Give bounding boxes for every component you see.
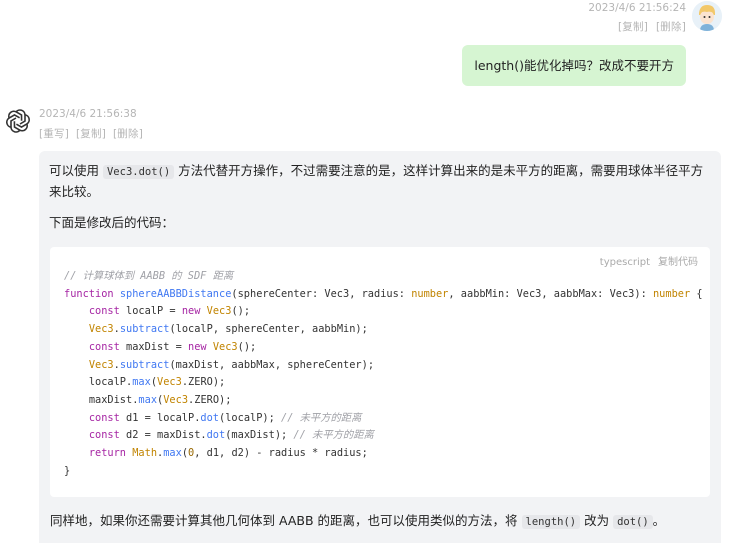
user-message-bubble: length()能优化掉吗？改成不要开方 xyxy=(462,45,686,86)
code-token: const xyxy=(88,305,120,318)
bot-message-bubble: 可以使用 Vec3.dot() 方法代替开方操作，不过需要注意的是，这样计算出来… xyxy=(39,151,721,543)
code-token: dot xyxy=(200,411,220,424)
code-token: Vec3 xyxy=(163,393,189,406)
code-token: , d1, d2) - radius * radius; xyxy=(194,447,368,460)
inline-code-dot-2: dot() xyxy=(613,515,653,529)
code-token: } xyxy=(64,464,71,477)
code-token: max xyxy=(138,393,158,406)
copy-code-button[interactable]: 复制代码 xyxy=(658,257,698,268)
code-token: localP = xyxy=(119,305,182,318)
code-token: (maxDist); xyxy=(225,429,294,442)
user-copy-button[interactable]: [复制] xyxy=(618,21,648,33)
code-token: max xyxy=(132,376,151,389)
code-token: number xyxy=(411,287,449,300)
code-comment: // 计算球体到 AABB 的 SDF 距离 xyxy=(64,270,234,282)
code-token: localP. xyxy=(88,376,133,389)
code-token: number xyxy=(652,287,691,300)
code-token: max xyxy=(163,447,182,460)
para3-text-a: 同样地，如果你还需要计算其他几何体到 AABB 的距离，也可以使用类似的方法，将 xyxy=(50,513,522,528)
code-token: (); xyxy=(231,305,251,318)
code-token: const xyxy=(88,411,120,424)
code-token: Vec3 xyxy=(206,305,232,318)
code-token: d2 = maxDist. xyxy=(119,429,207,442)
code-token: subtract xyxy=(119,358,170,371)
code-token: Vec3 xyxy=(88,323,114,336)
code-token: , aabbMin: Vec3, aabbMax: Vec3): xyxy=(448,287,653,300)
para3-text-c: 。 xyxy=(652,513,666,528)
para1-text-a: 可以使用 xyxy=(49,163,103,178)
code-token: Vec3 xyxy=(157,376,182,389)
bot-paragraph-2: 下面是修改后的代码： xyxy=(49,215,175,230)
user-actions: [复制] [删除] xyxy=(588,19,686,34)
bot-paragraph-3: 同样地，如果你还需要计算其他几何体到 AABB 的距离，也可以使用类似的方法，将… xyxy=(50,511,665,532)
user-timestamp: 2023/4/6 21:56:24 xyxy=(588,2,686,14)
bot-rewrite-button[interactable]: [重写] xyxy=(39,128,69,140)
code-token: d1 = localP. xyxy=(119,411,201,424)
code-token: return xyxy=(88,447,127,460)
code-token: const xyxy=(88,340,120,353)
user-avatar xyxy=(692,1,722,31)
code-token: Vec3 xyxy=(88,358,114,371)
code-token: dot xyxy=(206,429,226,442)
code-lines: // 计算球体到 AABB 的 SDF 距离 function sphereAA… xyxy=(64,270,703,477)
bot-paragraph-1: 可以使用 Vec3.dot() 方法代替开方操作，不过需要注意的是，这样计算出来… xyxy=(49,161,707,202)
code-token: function xyxy=(64,287,114,300)
code-token: Vec3 xyxy=(212,340,238,353)
code-comment: // 未平方的距离 xyxy=(281,411,362,424)
code-token: (localP); xyxy=(219,411,282,424)
code-token: maxDist. xyxy=(88,393,139,406)
code-token: maxDist = xyxy=(119,340,189,353)
code-comment: // 未平方的距离 xyxy=(293,429,374,442)
code-token: new xyxy=(188,340,207,353)
code-token: .ZERO); xyxy=(188,393,232,406)
user-delete-button[interactable]: [删除] xyxy=(656,21,686,33)
code-token: sphereAABBDistance xyxy=(119,287,232,300)
code-token: subtract xyxy=(119,323,170,336)
inline-code-length: length() xyxy=(521,515,581,529)
code-token: (localP, sphereCenter, aabbMin); xyxy=(169,323,368,336)
para3-text-b: 改为 xyxy=(580,513,614,528)
code-block: typescript 复制代码 // 计算球体到 AABB 的 SDF 距离 fu… xyxy=(50,247,710,497)
bot-timestamp: 2023/4/6 21:56:38 xyxy=(39,108,137,120)
bot-delete-button[interactable]: [删除] xyxy=(113,128,143,140)
code-token: (sphereCenter: Vec3, radius: xyxy=(231,287,412,300)
code-token: { xyxy=(690,287,703,300)
bot-copy-button[interactable]: [复制] xyxy=(76,128,106,140)
code-token: const xyxy=(88,429,120,442)
user-message-meta: 2023/4/6 21:56:24 [复制] [删除] xyxy=(588,2,686,34)
inline-code-dot: Vec3.dot() xyxy=(102,165,175,179)
bot-actions: [重写] [复制] [删除] xyxy=(39,126,150,141)
bot-message-meta: 2023/4/6 21:56:38 [重写] [复制] [删除] xyxy=(39,108,150,141)
code-token: (maxDist, aabbMax, sphereCenter); xyxy=(169,358,375,371)
code-token: Math xyxy=(132,447,158,460)
code-language-label: typescript xyxy=(599,257,650,268)
code-token: (); xyxy=(237,340,257,353)
openai-logo-icon xyxy=(5,108,31,134)
code-token: new xyxy=(181,305,201,318)
code-token: .ZERO); xyxy=(181,376,226,389)
